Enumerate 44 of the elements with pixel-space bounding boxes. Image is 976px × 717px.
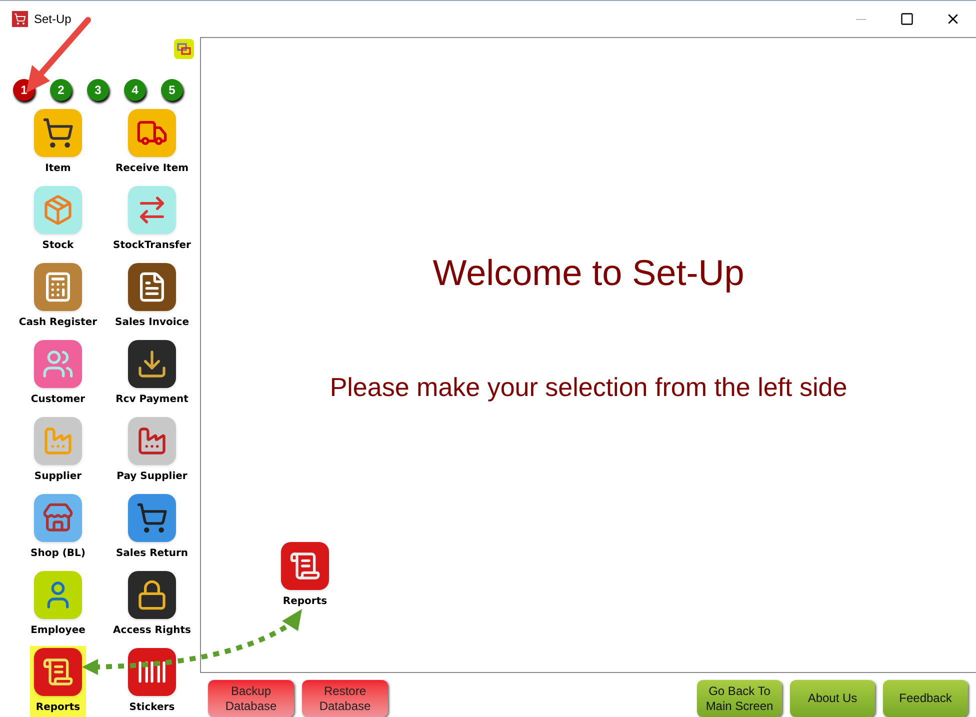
module-button[interactable]: Customer [26,338,90,409]
factory-icon [42,425,74,457]
module-button[interactable]: Item [30,107,86,178]
module-button[interactable]: Access Rights [109,569,195,640]
welcome-heading: Welcome to Set-Up [432,251,744,295]
module-button[interactable]: Reports [30,646,86,717]
module-button[interactable]: Receive Item [111,107,193,178]
module-button[interactable]: Cash Register [14,261,102,332]
maximize-icon [900,12,914,26]
cart-icon [42,117,74,149]
factory-icon [136,425,168,457]
minimize-icon [856,18,866,20]
app-icon [12,11,28,27]
module-button[interactable]: Stickers [124,646,180,717]
instruction-text: Please make your selection from the left side [330,371,848,404]
page-button[interactable]: 2 [50,79,72,101]
scroll-icon [289,550,321,582]
window-title: Set-Up [34,11,72,28]
reports-button[interactable]: Reports [281,542,329,609]
database-button[interactable]: Backup Database [208,680,294,717]
padlock-icon [136,579,168,611]
module-button[interactable]: Sales Return [112,492,192,563]
nav-button[interactable]: Feedback [883,680,968,717]
box-icon [42,194,74,226]
module-button[interactable]: Shop (BL) [26,492,90,563]
module-button[interactable]: Pay Supplier [112,415,192,486]
nav-button[interactable]: Go Back To Main Screen [697,680,782,717]
page-button[interactable]: 3 [87,79,109,101]
module-button[interactable]: Sales Invoice [111,261,193,332]
module-button[interactable]: Employee [26,569,90,640]
database-button[interactable]: Restore Database [302,680,388,717]
module-button[interactable]: Rcv Payment [112,338,192,409]
house-icon [42,502,74,534]
page-button[interactable]: 5 [161,79,183,101]
page-button[interactable]: 4 [124,79,146,101]
cart-icon [136,502,168,534]
module-button[interactable]: Supplier [30,415,86,486]
module-button[interactable]: Stock [30,184,86,255]
scroll-icon [42,656,74,688]
people-icon [42,348,74,380]
windows-icon [177,43,191,55]
nav-button[interactable]: About Us [790,680,875,717]
windows-button[interactable] [174,39,194,59]
module-button[interactable]: StockTransfer [109,184,195,255]
